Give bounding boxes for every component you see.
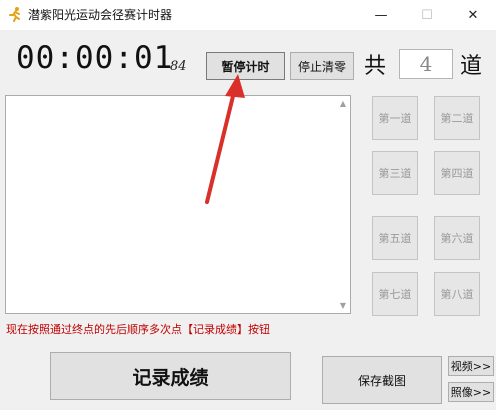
milliseconds-display: 84 xyxy=(170,59,187,74)
instruction-hint: 现在按照通过终点的先后顺序多次点【记录成绩】按钮 xyxy=(6,323,270,336)
lane-8-button[interactable]: 第八道 xyxy=(434,272,480,316)
timer-display: 00:00:01 xyxy=(16,40,174,76)
lane-3-button[interactable]: 第三道 xyxy=(372,151,418,195)
annotation-arrow-icon xyxy=(205,74,245,204)
lane-2-button[interactable]: 第二道 xyxy=(434,96,480,140)
window-title: 潜紫阳光运动会径赛计时器 xyxy=(28,8,173,22)
save-screenshot-button[interactable]: 保存截图 xyxy=(322,356,442,404)
title-bar: 潜紫阳光运动会径赛计时器 — ☐ ✕ xyxy=(0,0,496,30)
lane-7-button[interactable]: 第七道 xyxy=(372,272,418,316)
results-list[interactable]: ▲ ▼ xyxy=(5,95,351,314)
lane-5-button[interactable]: 第五道 xyxy=(372,216,418,260)
lane-total-suffix: 道 xyxy=(460,54,483,79)
lane-1-button[interactable]: 第一道 xyxy=(372,96,418,140)
video-button[interactable]: 视频>> xyxy=(448,356,494,376)
record-result-button[interactable]: 记录成绩 xyxy=(50,352,291,400)
close-button[interactable]: ✕ xyxy=(450,0,496,30)
stop-clear-button[interactable]: 停止清零 xyxy=(290,52,354,80)
lane-4-button[interactable]: 第四道 xyxy=(434,151,480,195)
maximize-button[interactable]: ☐ xyxy=(404,0,450,30)
results-scrollbar[interactable]: ▲ ▼ xyxy=(333,96,350,313)
runner-icon xyxy=(9,7,20,22)
scroll-down-icon[interactable]: ▼ xyxy=(340,301,346,310)
lane-6-button[interactable]: 第六道 xyxy=(434,216,480,260)
lane-count-input[interactable]: 4 xyxy=(399,49,453,79)
minimize-button[interactable]: — xyxy=(358,0,404,30)
scroll-up-icon[interactable]: ▲ xyxy=(340,99,346,108)
photo-button[interactable]: 照像>> xyxy=(448,382,494,402)
lane-total-prefix: 共 xyxy=(364,54,387,79)
